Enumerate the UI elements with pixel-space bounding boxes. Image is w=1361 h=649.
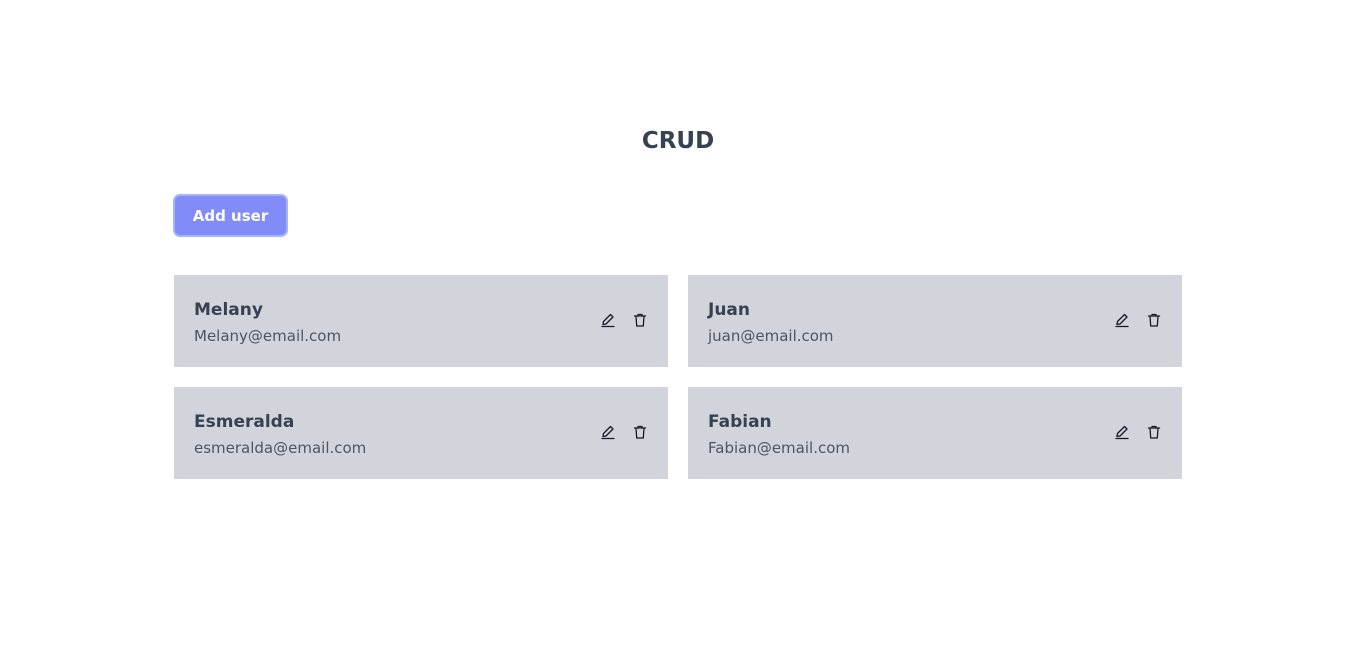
pencil-icon bbox=[601, 313, 615, 328]
user-name: Esmeralda bbox=[194, 412, 295, 432]
user-email: esmeralda@email.com bbox=[194, 439, 367, 457]
delete-user-button[interactable] bbox=[1146, 424, 1162, 440]
card-actions bbox=[600, 424, 648, 440]
user-name: Melany bbox=[194, 300, 263, 320]
user-card: Esmeralda esmeralda@email.com bbox=[174, 387, 668, 479]
trash-icon bbox=[1147, 313, 1161, 327]
card-actions bbox=[1114, 312, 1162, 328]
user-list: Melany Melany@email.com Juan juan@email.… bbox=[174, 275, 1182, 479]
user-name: Fabian bbox=[708, 412, 772, 432]
page-title: CRUD bbox=[641, 128, 715, 154]
edit-user-button[interactable] bbox=[600, 312, 616, 328]
add-user-button[interactable]: Add user bbox=[173, 194, 288, 237]
trash-icon bbox=[633, 425, 647, 439]
user-card: Fabian Fabian@email.com bbox=[688, 387, 1182, 479]
user-email: Melany@email.com bbox=[194, 327, 342, 345]
user-email: Fabian@email.com bbox=[708, 439, 851, 457]
trash-icon bbox=[633, 313, 647, 327]
card-actions bbox=[1114, 424, 1162, 440]
delete-user-button[interactable] bbox=[632, 312, 648, 328]
delete-user-button[interactable] bbox=[632, 424, 648, 440]
card-actions bbox=[600, 312, 648, 328]
user-name: Juan bbox=[708, 300, 751, 320]
edit-user-button[interactable] bbox=[1114, 312, 1130, 328]
trash-icon bbox=[1147, 425, 1161, 439]
pencil-icon bbox=[1115, 313, 1129, 328]
user-card: Melany Melany@email.com bbox=[174, 275, 668, 367]
user-email: juan@email.com bbox=[708, 327, 834, 345]
edit-user-button[interactable] bbox=[1114, 424, 1130, 440]
user-card: Juan juan@email.com bbox=[688, 275, 1182, 367]
edit-user-button[interactable] bbox=[600, 424, 616, 440]
pencil-icon bbox=[601, 425, 615, 440]
pencil-icon bbox=[1115, 425, 1129, 440]
delete-user-button[interactable] bbox=[1146, 312, 1162, 328]
